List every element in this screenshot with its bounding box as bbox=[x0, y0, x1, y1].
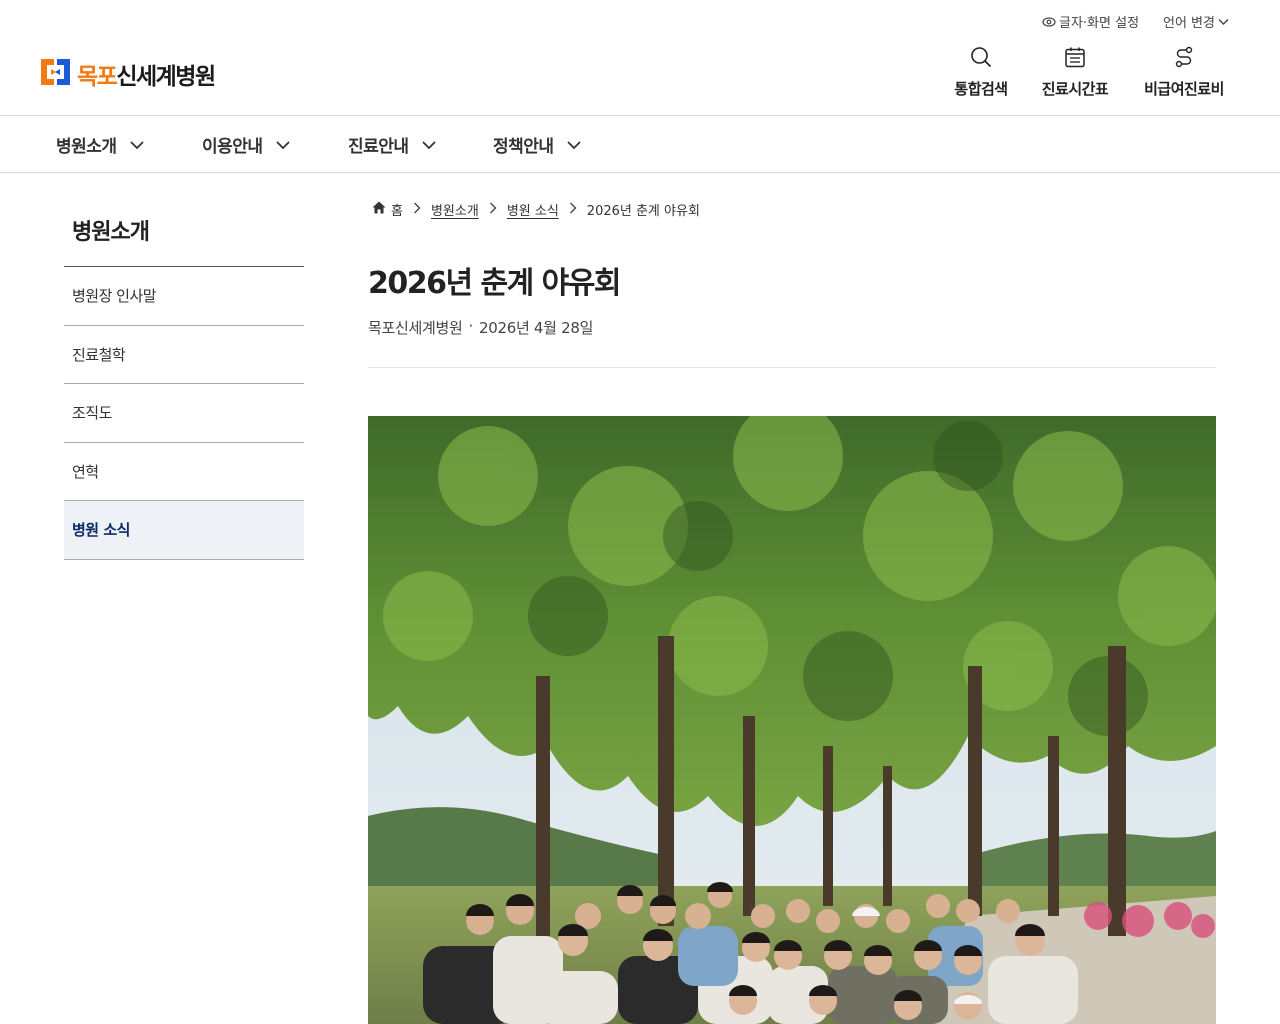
group-photo-image bbox=[368, 416, 1216, 1024]
hospital-name-accent: 목포 bbox=[77, 64, 118, 90]
breadcrumb-hospital-intro[interactable]: 병원소개 bbox=[431, 200, 479, 219]
clinic-schedule-button[interactable]: 진료시간표 bbox=[1038, 46, 1112, 99]
breadcrumb-hospital-news[interactable]: 병원 소식 bbox=[507, 200, 559, 219]
post-meta: 목포신세계병원 · 2026년 4월 28일 bbox=[368, 317, 593, 338]
hospital-name-rest: 신세계병원 bbox=[116, 64, 216, 90]
side-nav-item-history[interactable]: 연혁 bbox=[64, 443, 304, 501]
side-nav-item-greeting[interactable]: 병원장 인사말 bbox=[64, 267, 304, 326]
clinic-schedule-label: 진료시간표 bbox=[1041, 80, 1109, 98]
breadcrumb-current: 2026년 춘계 야유회 bbox=[586, 204, 700, 219]
non-covered-fees-button[interactable]: 비급여진료비 bbox=[1140, 46, 1228, 99]
hospital-logo[interactable]: 목포신세계병원 bbox=[40, 56, 216, 92]
logo-mark-icon bbox=[40, 56, 71, 92]
side-nav-item-news[interactable]: 병원 소식 bbox=[64, 501, 304, 560]
calendar-icon bbox=[1064, 46, 1086, 72]
breadcrumb-home[interactable]: 홈 bbox=[372, 200, 403, 219]
gnb-item-label: 병원소개 bbox=[56, 137, 117, 157]
integrated-search-label: 통합검색 bbox=[954, 80, 1008, 98]
side-nav-item-org-chart[interactable]: 조직도 bbox=[64, 384, 304, 443]
post-date: 2026년 4월 28일 bbox=[478, 319, 594, 337]
gnb-item-label: 진료안내 bbox=[348, 137, 409, 157]
home-icon bbox=[372, 201, 386, 218]
chevron-right-icon bbox=[413, 202, 421, 218]
outing-group-photo bbox=[368, 416, 1216, 1024]
gnb-item-policy-guide[interactable]: 정책안내 bbox=[493, 116, 582, 173]
language-change-link[interactable]: 언어 변경 bbox=[1163, 12, 1229, 31]
side-navigation: 병원장 인사말 진료철학 조직도 연혁 병원 소식 bbox=[64, 266, 304, 560]
route-icon bbox=[1173, 46, 1195, 72]
text-screen-settings-link[interactable]: 글자·화면 설정 bbox=[1042, 12, 1139, 31]
gnb-item-usage-guide[interactable]: 이용안내 bbox=[202, 116, 291, 173]
breadcrumb-home-label: 홈 bbox=[391, 204, 403, 219]
chevron-right-icon bbox=[569, 202, 577, 218]
utility-bar: 글자·화면 설정 언어 변경 bbox=[0, 0, 1280, 40]
hospital-name: 목포신세계병원 bbox=[77, 57, 216, 91]
site-header: 목포신세계병원 통합검색 진료시간표 비급여진료비 bbox=[0, 40, 1280, 116]
chevron-down-icon bbox=[421, 135, 437, 154]
gnb-item-hospital-intro[interactable]: 병원소개 bbox=[56, 116, 145, 173]
eye-settings-icon bbox=[1042, 16, 1056, 28]
chevron-down-icon bbox=[566, 135, 582, 154]
gnb-item-label: 이용안내 bbox=[202, 137, 263, 157]
integrated-search-button[interactable]: 통합검색 bbox=[951, 46, 1011, 99]
text-screen-settings-label: 글자·화면 설정 bbox=[1059, 16, 1140, 31]
chevron-down-icon bbox=[1218, 18, 1229, 26]
gnb-item-medical-guide[interactable]: 진료안내 bbox=[348, 116, 437, 173]
side-nav-item-philosophy[interactable]: 진료철학 bbox=[64, 326, 304, 384]
content-divider bbox=[368, 367, 1216, 368]
chevron-right-icon bbox=[489, 202, 497, 218]
post-meta-separator: · bbox=[468, 317, 474, 335]
chevron-down-icon bbox=[275, 135, 291, 154]
non-covered-fees-label: 비급여진료비 bbox=[1144, 80, 1224, 98]
page-title: 2026년 춘계 야유회 bbox=[368, 266, 622, 301]
chevron-down-icon bbox=[129, 135, 145, 154]
search-icon bbox=[970, 46, 992, 72]
main-navigation: 병원소개 이용안내 진료안내 정책안내 bbox=[0, 116, 1280, 173]
language-change-label: 언어 변경 bbox=[1163, 16, 1215, 31]
breadcrumb: 홈 병원소개 병원 소식 2026년 춘계 야유회 bbox=[372, 200, 700, 219]
side-nav-title: 병원소개 bbox=[72, 220, 150, 245]
post-author: 목포신세계병원 bbox=[368, 319, 463, 337]
gnb-item-label: 정책안내 bbox=[493, 137, 554, 157]
